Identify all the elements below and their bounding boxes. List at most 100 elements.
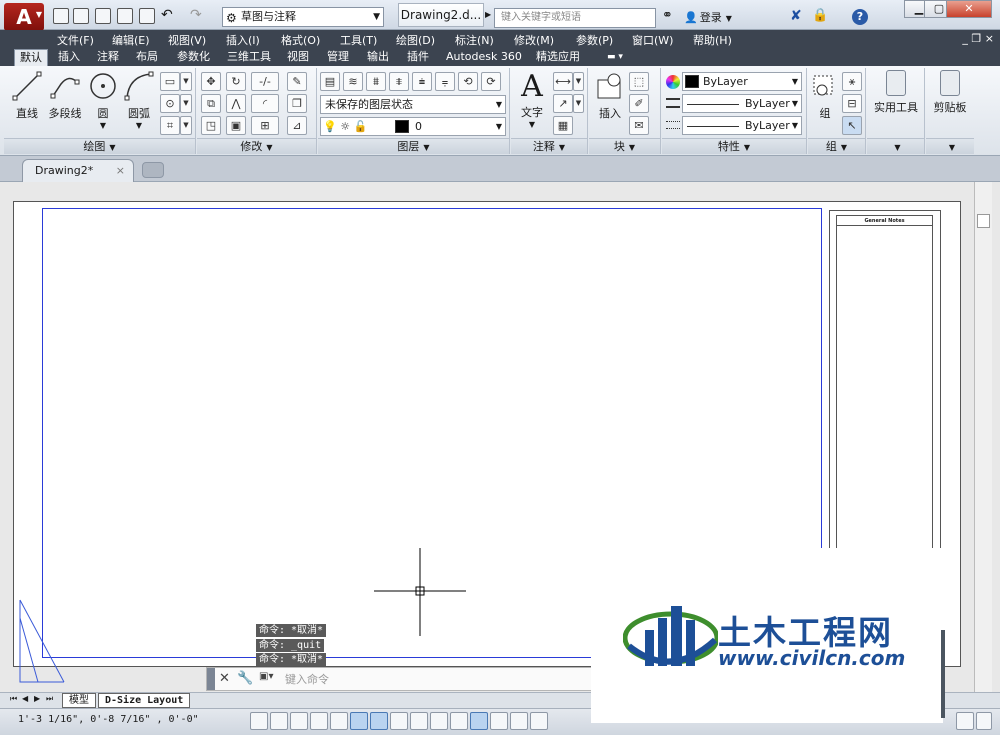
current-layer-dropdown[interactable]: 💡 ☼ 🔓 0 ▼ — [320, 117, 506, 136]
binoculars-icon[interactable]: ⚭ — [662, 8, 673, 23]
new-drawing-tab-button[interactable] — [142, 162, 164, 178]
save-as-icon[interactable] — [117, 8, 133, 24]
offset-icon[interactable]: ⊿ — [287, 116, 307, 135]
menu-tools[interactable]: 工具(T) — [340, 32, 377, 48]
menu-modify[interactable]: 修改(M) — [514, 32, 554, 48]
create-block-icon[interactable]: ⬚ — [629, 72, 649, 91]
arc-tool[interactable]: 圆弧 ▼ — [122, 70, 156, 130]
layout-tab-model[interactable]: 模型 — [62, 693, 96, 708]
redo-icon[interactable]: ↷ — [190, 8, 206, 24]
command-input[interactable]: 键入命令 — [285, 671, 329, 687]
text-tool[interactable]: A 文字 ▼ — [517, 70, 547, 130]
color-dropdown[interactable]: ByLayer ▼ — [682, 72, 802, 91]
mirror-icon[interactable]: ⋀ — [226, 94, 246, 113]
chevron-down-icon[interactable]: ▼ — [180, 116, 192, 135]
chevron-down-icon[interactable]: ▼ — [180, 72, 192, 91]
menu-draw[interactable]: 绘图(D) — [396, 32, 435, 48]
undo-icon[interactable]: ↶ — [161, 8, 177, 24]
menu-edit[interactable]: 编辑(E) — [112, 32, 150, 48]
fillet-icon[interactable]: ◜ — [251, 94, 279, 113]
grid-display-icon[interactable] — [290, 712, 308, 730]
tab-autodesk-360[interactable]: Autodesk 360 — [441, 49, 527, 66]
menu-dimension[interactable]: 标注(N) — [455, 32, 494, 48]
tab-insert[interactable]: 插入 — [53, 49, 85, 66]
array-icon[interactable]: ⊞ — [251, 116, 279, 135]
insert-block-tool[interactable]: 插入 — [593, 70, 627, 121]
explode-icon[interactable]: ❐ — [287, 94, 307, 113]
polyline-tool[interactable]: 多段线 — [46, 70, 84, 121]
command-prompt-icon[interactable]: ▣▾ — [259, 671, 273, 682]
layer-walk-icon[interactable]: ⟳ — [481, 72, 501, 91]
ungroup-icon[interactable]: ⚹ — [842, 72, 862, 91]
leader-icon[interactable]: ↗ — [553, 94, 573, 113]
rotate-icon[interactable]: ↻ — [226, 72, 246, 91]
chevron-down-icon[interactable]: ▼ — [573, 72, 584, 91]
vertical-scrollbar[interactable] — [974, 182, 992, 692]
erase-icon[interactable]: ✎ — [287, 72, 307, 91]
table-icon[interactable]: ▦ — [553, 116, 573, 135]
close-icon[interactable]: × — [116, 160, 125, 181]
properties-panel-title[interactable]: 特性 ▼ — [662, 138, 806, 154]
wrench-icon[interactable]: 🔧 — [237, 671, 253, 686]
polar-tracking-icon[interactable] — [330, 712, 348, 730]
object-snap-icon[interactable] — [350, 712, 368, 730]
drawing-tab[interactable]: Drawing2* × — [22, 159, 134, 182]
layer-state-dropdown[interactable]: 未保存的图层状态 ▼ — [320, 95, 506, 114]
help-icon[interactable]: ? — [852, 9, 868, 25]
edit-block-icon[interactable]: ✐ — [629, 94, 649, 113]
layer-match-icon[interactable]: ⩦ — [435, 72, 455, 91]
transparency-icon[interactable] — [470, 712, 488, 730]
dynamic-ucs-icon[interactable] — [410, 712, 428, 730]
line-tool[interactable]: 直线 — [10, 70, 44, 121]
previous-layout-icon[interactable]: ◀ — [22, 694, 32, 706]
infer-constraints-icon[interactable] — [250, 712, 268, 730]
command-line-handle[interactable] — [207, 668, 215, 690]
utilities-tool[interactable]: 实用工具 — [871, 70, 921, 115]
scrollbar-thumb[interactable] — [977, 214, 990, 228]
lineweight-dropdown[interactable]: ByLayer ▼ — [682, 94, 802, 113]
menu-parameters[interactable]: 参数(P) — [576, 32, 613, 48]
annotation-monitor-icon[interactable] — [530, 712, 548, 730]
menu-view[interactable]: 视图(V) — [168, 32, 206, 48]
quick-properties-icon[interactable] — [490, 712, 508, 730]
linetype-dropdown[interactable]: ByLayer ▼ — [682, 116, 802, 135]
layout-tab-d-size[interactable]: D-Size Layout — [98, 693, 191, 708]
clean-screen-icon[interactable] — [956, 712, 974, 730]
menu-window[interactable]: 窗口(W) — [632, 32, 673, 48]
layer-lock-icon[interactable]: ⩧ — [412, 72, 432, 91]
close-icon[interactable]: ✕ — [219, 671, 230, 686]
clipboard-tool[interactable]: 剪贴板 — [928, 70, 972, 115]
save-icon[interactable] — [95, 8, 111, 24]
layer-properties-icon[interactable]: ▤ — [320, 72, 340, 91]
dynamic-input-icon[interactable] — [430, 712, 448, 730]
close-button[interactable]: ✕ — [946, 0, 992, 18]
hatch-icon[interactable]: ⊙ — [160, 94, 180, 113]
modify-panel-title[interactable]: 修改 ▼ — [197, 138, 316, 154]
utilities-panel-title[interactable]: ▼ — [867, 138, 924, 154]
first-layout-icon[interactable]: ⏮ — [10, 694, 20, 706]
document-window-controls[interactable]: _ ❐ × — [962, 32, 994, 45]
annotation-panel-title[interactable]: 注释 ▼ — [511, 138, 587, 154]
group-tool[interactable]: 组 — [810, 70, 840, 121]
block-attribute-icon[interactable]: ✉ — [629, 116, 649, 135]
rectangle-icon[interactable]: ▭ — [160, 72, 180, 91]
group-edit-icon[interactable]: ⊟ — [842, 94, 862, 113]
tab-featured-apps[interactable]: 精选应用 — [531, 49, 585, 66]
scale-icon[interactable]: ▣ — [226, 116, 246, 135]
login-button[interactable]: 👤 登录 ▼ — [684, 9, 732, 25]
clipboard-panel-title[interactable]: ▼ — [926, 138, 974, 154]
new-file-icon[interactable] — [53, 8, 69, 24]
tab-output[interactable]: 输出 — [362, 49, 394, 66]
tab-layout[interactable]: 布局 — [131, 49, 163, 66]
trim-icon[interactable]: -/- — [251, 72, 279, 91]
tab-home[interactable]: 默认 — [14, 49, 48, 66]
group-select-icon[interactable]: ↖ — [842, 116, 862, 135]
menu-insert[interactable]: 插入(I) — [226, 32, 260, 48]
search-input[interactable]: 键入关键字或短语 — [494, 8, 656, 28]
layer-off-icon[interactable]: ≋ — [343, 72, 363, 91]
print-icon[interactable] — [139, 8, 155, 24]
layer-freeze-icon[interactable]: ⩨ — [389, 72, 409, 91]
3d-object-snap-icon[interactable] — [370, 712, 388, 730]
exchange-apps-icon[interactable]: ✘ — [790, 8, 802, 24]
copy-icon[interactable]: ⧉ — [201, 94, 221, 113]
